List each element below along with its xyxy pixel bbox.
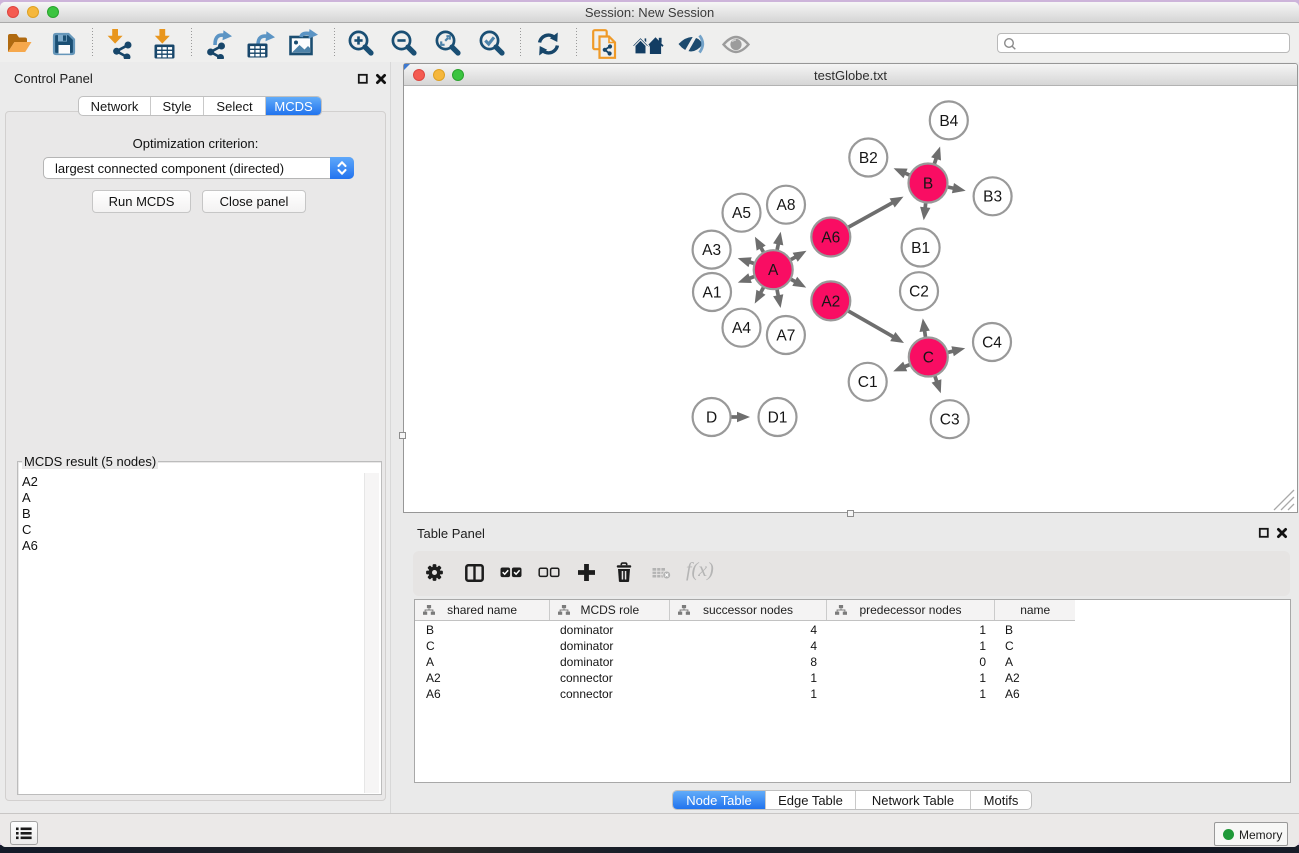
svg-text:B: B bbox=[923, 175, 933, 192]
svg-text:C3: C3 bbox=[940, 412, 960, 429]
svg-text:A2: A2 bbox=[821, 293, 840, 310]
svg-text:B1: B1 bbox=[911, 240, 930, 257]
svg-text:A1: A1 bbox=[703, 284, 722, 301]
svg-text:B4: B4 bbox=[939, 113, 958, 130]
svg-text:C4: C4 bbox=[982, 334, 1002, 351]
svg-text:A3: A3 bbox=[702, 242, 721, 259]
svg-text:B3: B3 bbox=[983, 189, 1002, 206]
svg-text:B2: B2 bbox=[859, 150, 878, 167]
svg-text:A6: A6 bbox=[821, 229, 840, 246]
svg-text:A7: A7 bbox=[776, 327, 795, 344]
svg-text:C: C bbox=[923, 349, 934, 366]
svg-text:C2: C2 bbox=[909, 284, 929, 301]
svg-text:D: D bbox=[706, 409, 717, 426]
svg-text:A4: A4 bbox=[732, 320, 751, 337]
svg-text:D1: D1 bbox=[768, 409, 788, 426]
svg-text:A5: A5 bbox=[732, 205, 751, 222]
svg-text:C1: C1 bbox=[858, 374, 878, 391]
svg-text:A: A bbox=[768, 262, 779, 279]
svg-text:A8: A8 bbox=[777, 197, 796, 214]
